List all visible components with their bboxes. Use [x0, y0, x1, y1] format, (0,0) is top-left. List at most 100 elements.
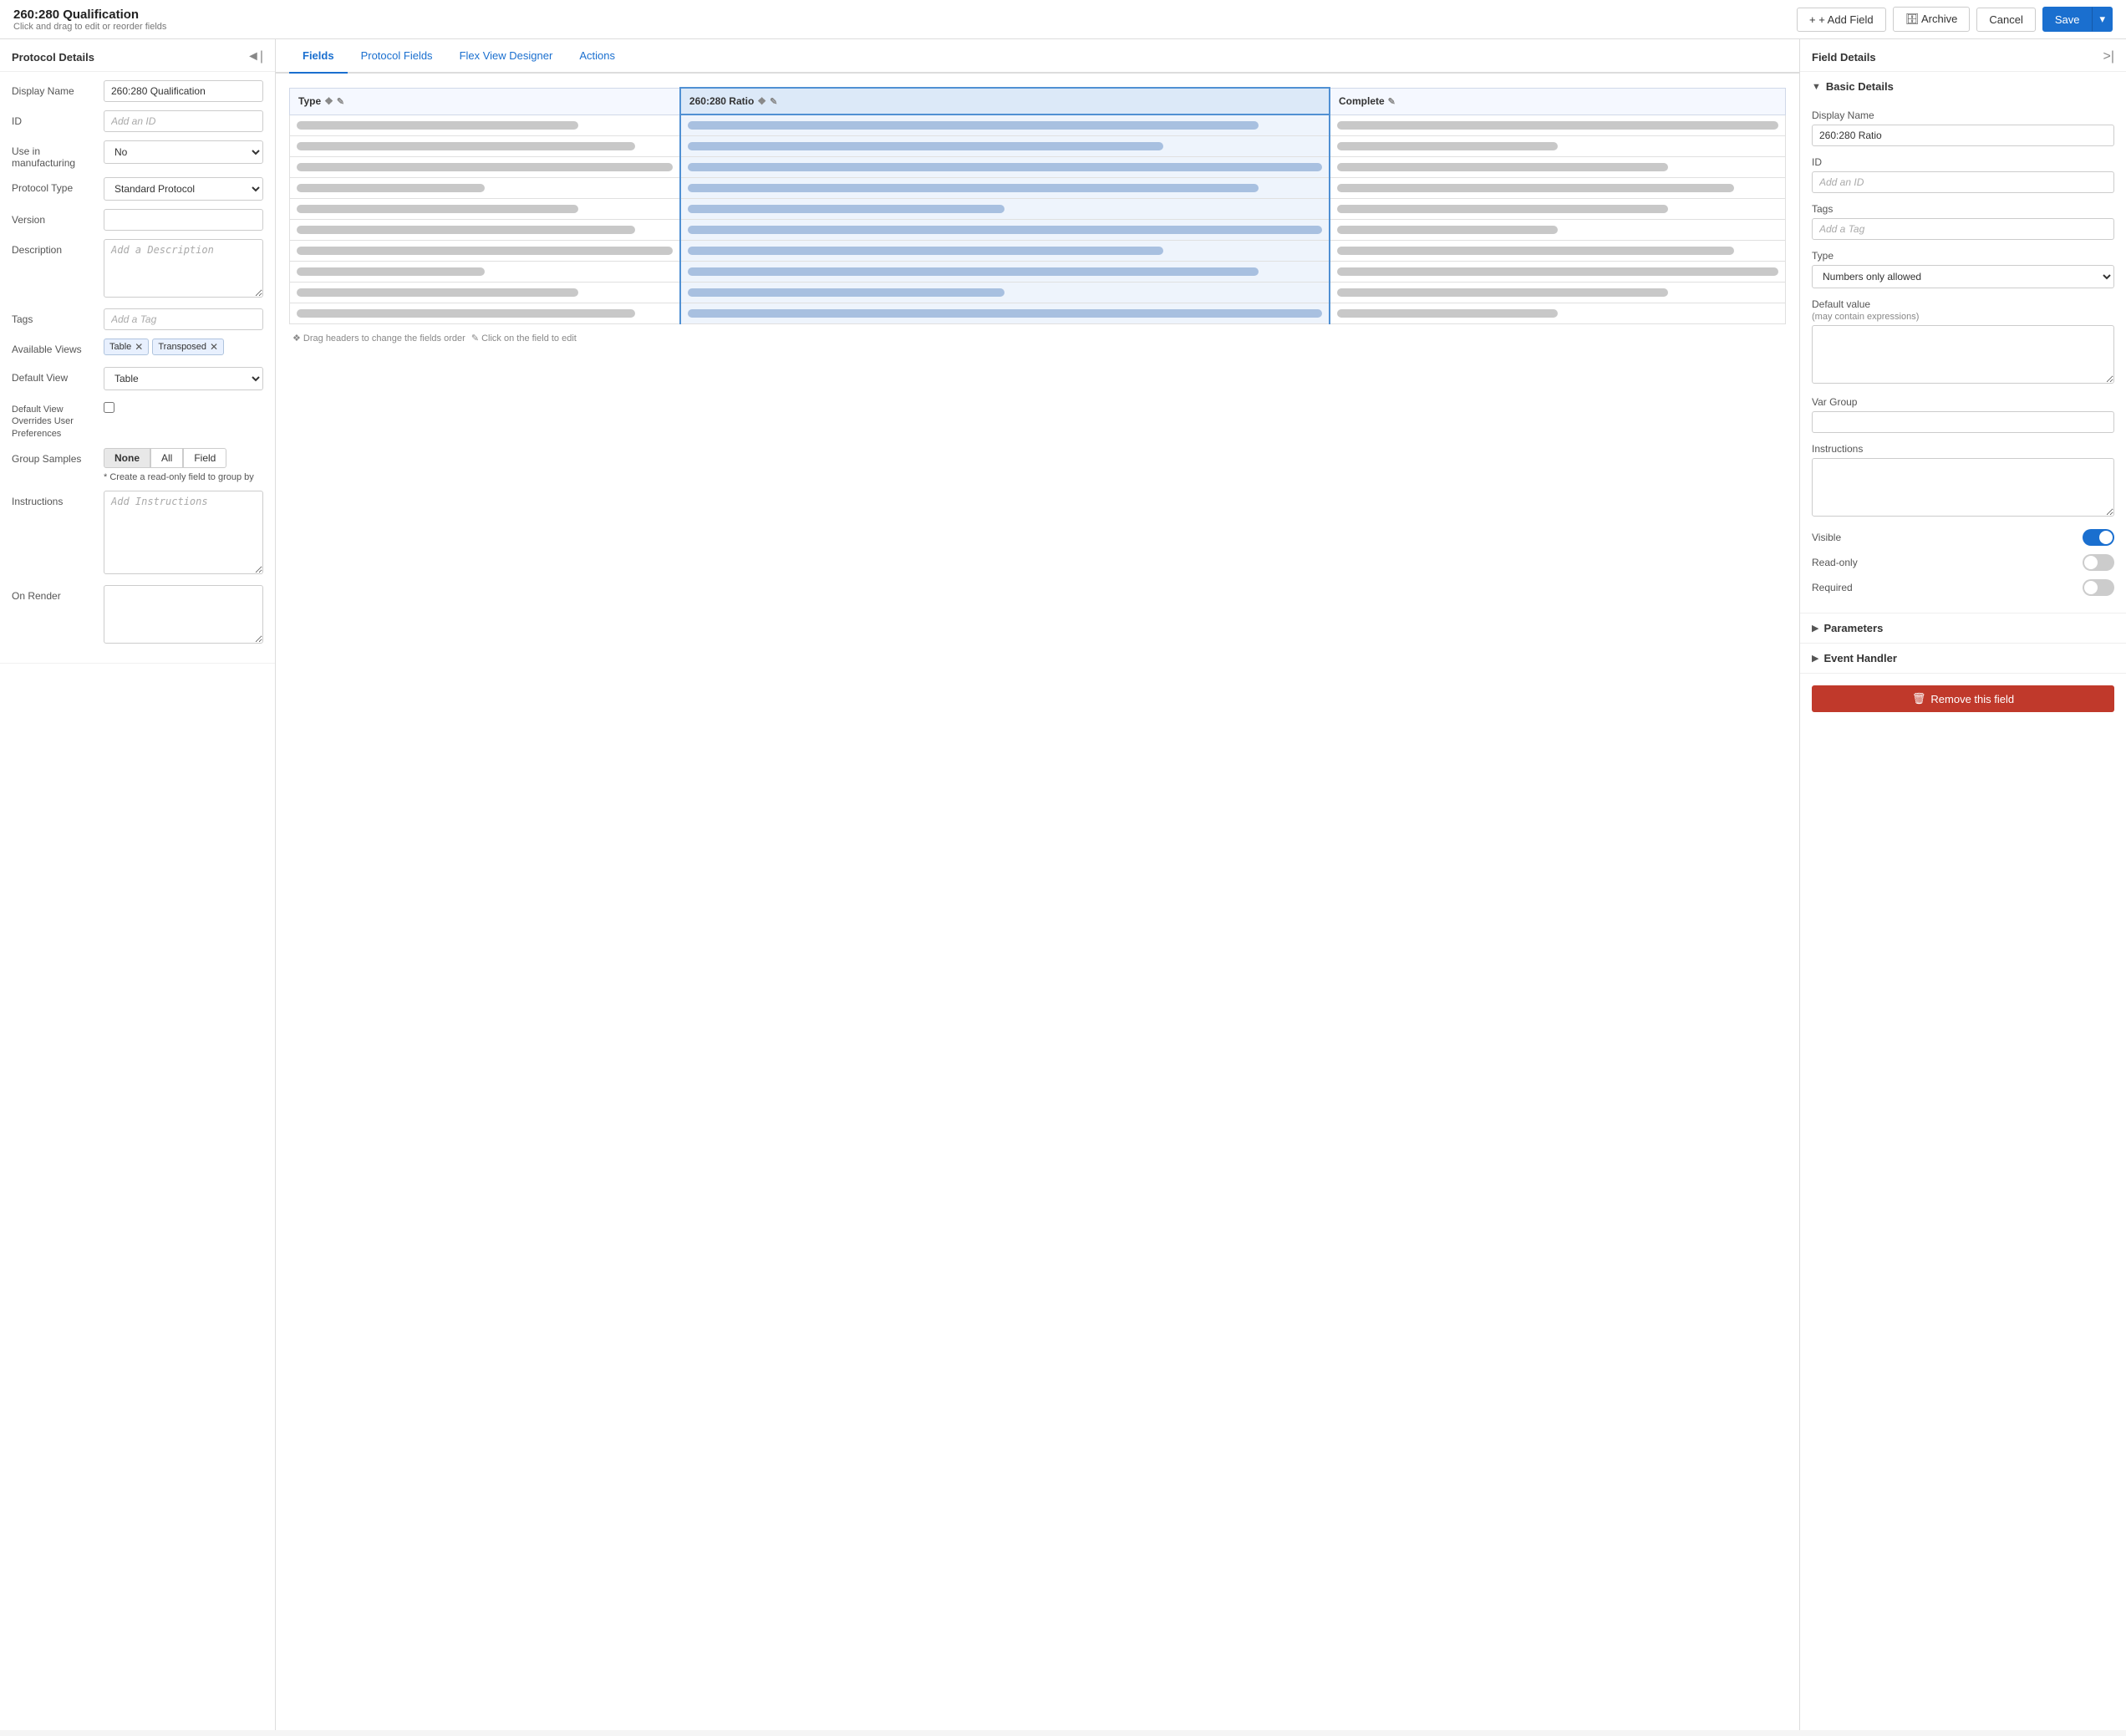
id-label: ID — [12, 110, 104, 127]
field-default-value-label: Default value (may contain expressions) — [1812, 298, 2114, 322]
basic-details-section: Basic Details Display Name ID Tags Type — [1800, 72, 2126, 613]
field-id-label: ID — [1812, 156, 2114, 168]
basic-details-arrow — [1812, 82, 1821, 92]
description-textarea[interactable] — [104, 239, 263, 298]
cell — [290, 283, 680, 303]
type-edit-icon[interactable]: ✎ — [337, 96, 344, 107]
default-view-overrides-checkbox[interactable] — [104, 402, 114, 413]
collapse-left-button[interactable]: ◄| — [247, 49, 263, 64]
type-drag-handle[interactable]: ❖ — [324, 95, 333, 107]
tab-fields[interactable]: Fields — [289, 39, 348, 74]
cancel-button[interactable]: Cancel — [1976, 8, 2035, 32]
default-view-select[interactable]: Table Transposed — [104, 367, 263, 390]
table-row — [290, 136, 1786, 157]
readonly-toggle[interactable] — [2083, 554, 2114, 571]
field-var-group-input[interactable] — [1812, 411, 2114, 433]
tab-flex-view-designer[interactable]: Flex View Designer — [446, 39, 567, 74]
type-header-label: Type — [298, 95, 321, 107]
required-label: Required — [1812, 582, 1853, 593]
display-name-label: Display Name — [12, 80, 104, 97]
ratio-edit-icon[interactable]: ✎ — [770, 96, 777, 107]
save-button[interactable]: Save — [2042, 7, 2093, 32]
version-input[interactable] — [104, 209, 263, 231]
group-samples-none-button[interactable]: None — [104, 448, 150, 468]
field-type-select[interactable]: Numbers only allowed Text Date Boolean — [1812, 265, 2114, 288]
group-samples-hint: * Create a read-only field to group by — [104, 472, 263, 482]
cell — [290, 241, 680, 262]
cell — [1330, 303, 1786, 324]
col-type-header: Type ❖ ✎ — [290, 88, 680, 115]
group-samples-field-button[interactable]: Field — [183, 448, 226, 468]
cell — [1330, 199, 1786, 220]
event-handler-arrow — [1812, 653, 1818, 664]
header-right: + Add Field 🗄 Archive Cancel Save ▾ — [1797, 7, 2113, 32]
field-id-input[interactable] — [1812, 171, 2114, 193]
instructions-textarea[interactable] — [104, 491, 263, 574]
on-render-control — [104, 585, 263, 646]
complete-edit-icon[interactable]: ✎ — [1388, 96, 1396, 107]
page-title: 260:280 Qualification — [13, 8, 166, 22]
field-default-value-textarea[interactable] — [1812, 325, 2114, 384]
field-id-row: ID — [1812, 156, 2114, 193]
visible-toggle[interactable] — [2083, 529, 2114, 546]
cell — [290, 178, 680, 199]
tab-actions[interactable]: Actions — [566, 39, 628, 74]
on-render-label: On Render — [12, 585, 104, 602]
event-handler-header[interactable]: Event Handler — [1800, 644, 2126, 673]
col-complete-header: Complete ✎ — [1330, 88, 1786, 115]
archive-button[interactable]: 🗄 Archive — [1893, 7, 1971, 32]
cell — [290, 303, 680, 324]
add-field-button[interactable]: + Add Field — [1797, 8, 1886, 32]
field-type-label: Type — [1812, 250, 2114, 262]
on-render-textarea[interactable] — [104, 585, 263, 644]
cell-active — [680, 178, 1330, 199]
table-row — [290, 241, 1786, 262]
complete-header-label: Complete — [1339, 95, 1385, 107]
tab-protocol-fields[interactable]: Protocol Fields — [348, 39, 446, 74]
table-row — [290, 178, 1786, 199]
table-row — [290, 283, 1786, 303]
description-control — [104, 239, 263, 300]
save-caret-button[interactable]: ▾ — [2092, 7, 2113, 32]
default-view-label: Default View — [12, 367, 104, 384]
available-views-row: Available Views Table ✕ Transposed ✕ — [12, 339, 263, 359]
ratio-drag-handle[interactable]: ❖ — [757, 95, 766, 107]
version-label: Version — [12, 209, 104, 226]
table-row — [290, 262, 1786, 283]
expand-right-button[interactable]: >| — [2103, 49, 2115, 64]
group-samples-control: None All Field * Create a read-only fiel… — [104, 448, 263, 482]
remove-transposed-view-button[interactable]: ✕ — [210, 341, 218, 353]
cell — [1330, 157, 1786, 178]
field-tags-input[interactable] — [1812, 218, 2114, 240]
table-row — [290, 115, 1786, 136]
use-in-mfg-select[interactable]: No Yes — [104, 140, 263, 164]
right-panel-header: Field Details >| — [1800, 39, 2126, 72]
tags-control — [104, 308, 263, 330]
protocol-type-select[interactable]: Standard Protocol — [104, 177, 263, 201]
readonly-label: Read-only — [1812, 557, 1858, 568]
parameters-header[interactable]: Parameters — [1800, 613, 2126, 643]
on-render-row: On Render — [12, 585, 263, 646]
basic-details-body: Display Name ID Tags Type Numbers only a… — [1800, 101, 2126, 613]
group-samples-all-button[interactable]: All — [150, 448, 183, 468]
cell — [290, 220, 680, 241]
field-display-name-input[interactable] — [1812, 125, 2114, 146]
save-button-group: Save ▾ — [2042, 7, 2113, 32]
available-views-label: Available Views — [12, 339, 104, 355]
tags-input[interactable] — [104, 308, 263, 330]
visible-label: Visible — [1812, 532, 1841, 543]
field-instructions-textarea[interactable] — [1812, 458, 2114, 517]
tags-row: Tags — [12, 308, 263, 330]
remove-table-view-button[interactable]: ✕ — [135, 341, 143, 353]
description-row: Description — [12, 239, 263, 300]
id-input[interactable] — [104, 110, 263, 132]
remove-field-button[interactable]: 🗑 Remove this field — [1812, 685, 2114, 712]
required-toggle[interactable] — [2083, 579, 2114, 596]
tag-chip-table: Table ✕ — [104, 339, 149, 355]
readonly-slider — [2083, 554, 2114, 571]
middle-panel: Fields Protocol Fields Flex View Designe… — [276, 39, 1800, 1730]
default-view-control: Table Transposed — [104, 367, 263, 390]
display-name-input[interactable] — [104, 80, 263, 102]
click-hint-text: ✎ Click on the field to edit — [471, 333, 577, 344]
basic-details-header[interactable]: Basic Details — [1800, 72, 2126, 101]
